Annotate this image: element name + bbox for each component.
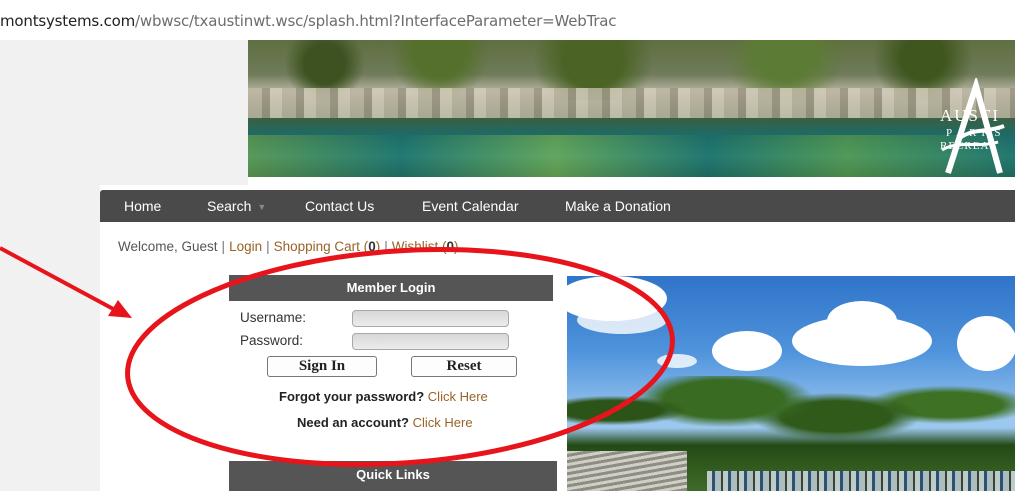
member-login-header: Member Login bbox=[229, 275, 553, 301]
main-nav: Home Search ▼ Contact Us Event Calendar M… bbox=[100, 190, 1015, 222]
page-margin bbox=[100, 40, 248, 185]
shopping-cart-link[interactable]: Shopping Cart (0) bbox=[274, 239, 381, 254]
login-link[interactable]: Login bbox=[229, 239, 262, 254]
url-text[interactable]: montsystems.com/wbwsc/txaustinwt.wsc/spl… bbox=[0, 12, 617, 30]
nav-home[interactable]: Home bbox=[124, 198, 161, 214]
address-bar[interactable]: montsystems.com/wbwsc/txaustinwt.wsc/spl… bbox=[0, 0, 1015, 40]
logo-text-austin: AUSTI bbox=[940, 106, 1001, 125]
park-photo bbox=[567, 276, 1015, 491]
create-account-line: Need an account? Click Here bbox=[297, 415, 473, 430]
nav-make-a-donation[interactable]: Make a Donation bbox=[565, 198, 671, 214]
quick-links-header: Quick Links bbox=[229, 461, 557, 491]
welcome-bar: Welcome, Guest | Login | Shopping Cart (0) | W… bbox=[118, 239, 459, 254]
username-label: Username: bbox=[240, 310, 307, 325]
password-label: Password: bbox=[240, 333, 304, 348]
reset-button[interactable]: Reset bbox=[411, 356, 517, 377]
nav-contact-us[interactable]: Contact Us bbox=[305, 198, 374, 214]
page-margin bbox=[0, 40, 100, 491]
header-banner-image bbox=[248, 40, 1015, 177]
sign-in-button[interactable]: Sign In bbox=[267, 356, 377, 377]
username-input[interactable] bbox=[352, 310, 509, 327]
nav-search[interactable]: Search ▼ bbox=[207, 198, 266, 214]
wishlist-link[interactable]: Wishlist (0) bbox=[392, 239, 459, 254]
create-account-link[interactable]: Click Here bbox=[413, 415, 473, 430]
chevron-down-icon: ▼ bbox=[257, 202, 267, 212]
forgot-password-link[interactable]: Click Here bbox=[428, 389, 488, 404]
forgot-password-line: Forgot your password? Click Here bbox=[279, 389, 488, 404]
welcome-greeting: Welcome, Guest bbox=[118, 239, 218, 254]
nav-event-calendar[interactable]: Event Calendar bbox=[422, 198, 519, 214]
password-input[interactable] bbox=[352, 333, 509, 350]
logo-text-parks: PARKS bbox=[946, 127, 1006, 139]
logo-text-recreation: RECREAT bbox=[940, 140, 996, 152]
